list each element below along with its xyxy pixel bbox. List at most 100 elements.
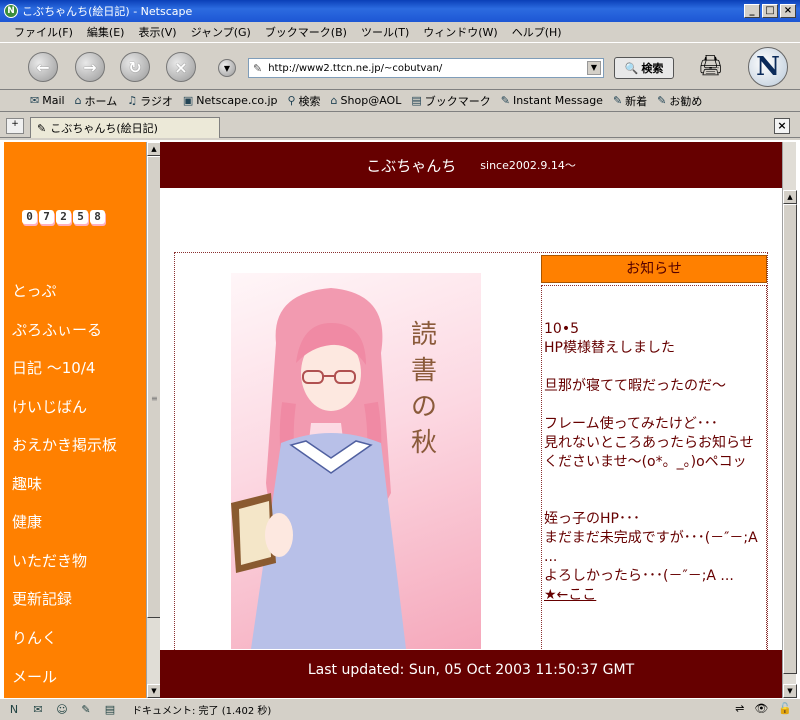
personal-item-label: ホーム — [84, 94, 118, 108]
personal-item-label: Instant Message — [512, 94, 603, 107]
personal-item-label: Shop@AOL — [340, 94, 402, 107]
sidebar-item-update-log[interactable]: 更新記録 — [12, 588, 72, 609]
menu-bookmarks[interactable]: ブックマーク(B) — [265, 24, 347, 40]
access-counter: 0 7 2 5 8 — [22, 210, 107, 224]
personal-item-mail[interactable]: ✉ Mail — [30, 94, 65, 107]
headphones-icon: ♫ — [127, 94, 138, 107]
mail-icon: ✉ — [30, 94, 40, 107]
url-bar[interactable]: ✎ http://www2.ttcn.ne.jp/~cobutvan/ ▼ — [248, 58, 604, 78]
sidebar-item-profile[interactable]: ぷろふぃーる — [12, 319, 102, 340]
personal-item-instant-message[interactable]: ✎ Instant Message — [501, 94, 603, 107]
main-table: 読書の秋 お知らせ 10•5 HP模様替えしました 旦那が寝てて暇だったのだ～ … — [174, 252, 768, 652]
sidebar-item-links[interactable]: りんく — [12, 627, 57, 648]
forward-arrow-icon: → — [83, 57, 97, 77]
page-icon: ✎ — [37, 121, 47, 135]
navigator-icon[interactable]: N — [6, 703, 22, 717]
search-label: 検索 — [641, 62, 664, 75]
url-dropdown-button[interactable]: ▼ — [587, 61, 601, 75]
personal-item-new[interactable]: ✎ 新着 — [613, 93, 647, 109]
personal-item-label: ラジオ — [140, 94, 173, 108]
reload-icon: ↻ — [128, 57, 142, 77]
my-icon: ▣ — [182, 94, 194, 107]
composer-icon[interactable]: ✎ — [78, 703, 94, 717]
girl-reading-illustration — [231, 288, 406, 649]
sidebar-scrollbar[interactable]: ▲ ≡ ▼ — [146, 142, 161, 698]
sidebar-item-gifts[interactable]: いただき物 — [12, 550, 87, 571]
window-title: こぶちゃんち(絵日記) - Netscape — [22, 5, 193, 18]
menu-view[interactable]: 表示(V) — [138, 24, 176, 40]
sidebar-item-mail[interactable]: メール — [12, 666, 57, 687]
maximize-button[interactable]: □ — [762, 4, 778, 18]
menu-window[interactable]: ウィンドウ(W) — [423, 24, 497, 40]
sidebar-item-health[interactable]: 健康 — [12, 511, 42, 532]
search-button[interactable]: 🔍 検索 — [614, 57, 674, 79]
personal-item-netscape[interactable]: ▣ Netscape.co.jp — [183, 94, 278, 107]
sidebar-item-oekaki-bbs[interactable]: おえかき掲示板 — [12, 434, 117, 455]
content-area: 0 7 2 5 8 とっぷ ぷろふぃーる 日記 ～10/4 けいじばん おえかき… — [0, 140, 800, 698]
back-button[interactable]: ← — [28, 52, 58, 82]
niece-hp-link[interactable]: ★←ここ — [544, 587, 596, 603]
scroll-up-button[interactable]: ▲ — [147, 142, 161, 156]
status-text: ドキュメント: 完了 (1.402 秒) — [132, 706, 272, 717]
bookmark-icon: ✎ — [657, 94, 667, 107]
site-header: こぶちゃんち since2002.9.14～ — [160, 142, 782, 188]
menu-edit[interactable]: 編集(E) — [87, 24, 125, 40]
menu-file[interactable]: ファイル(F) — [14, 24, 73, 40]
scroll-down-button[interactable]: ▼ — [783, 684, 797, 698]
sidebar-item-bbs[interactable]: けいじばん — [12, 396, 87, 417]
tab-current[interactable]: ✎ こぶちゃんち(絵日記) — [30, 117, 220, 138]
url-text: http://www2.ttcn.ne.jp/~cobutvan/ — [268, 62, 443, 74]
folder-icon: ▤ — [411, 94, 422, 107]
close-button[interactable]: × — [780, 4, 796, 18]
personal-item-label: ブックマーク — [424, 94, 491, 108]
print-icon[interactable]: 🖨 — [698, 53, 728, 81]
page-icon: ✎ — [253, 61, 263, 75]
minimize-button[interactable]: _ — [744, 4, 760, 18]
grip-icon: ≡ — [151, 394, 158, 403]
personal-item-recommend[interactable]: ✎ お勧め — [657, 93, 702, 109]
reload-button[interactable]: ↻ — [120, 52, 150, 82]
menu-go[interactable]: ジャンプ(G) — [191, 24, 251, 40]
scroll-down-button[interactable]: ▼ — [147, 684, 161, 698]
menu-help[interactable]: ヘルプ(H) — [512, 24, 562, 40]
news-heading: お知らせ — [541, 255, 767, 283]
security-lock-icon[interactable]: 🔓 — [778, 702, 792, 715]
last-updated: Last updated: Sun, 05 Oct 2003 11:50:37 … — [160, 650, 782, 698]
personal-item-search[interactable]: ⚲ 検索 — [287, 93, 320, 109]
personal-item-home[interactable]: ⌂ ホーム — [75, 93, 118, 109]
address-book-icon[interactable]: ▤ — [102, 703, 118, 717]
main-scrollbar[interactable]: ▲ ▼ — [782, 142, 797, 698]
close-tab-button[interactable]: × — [774, 118, 790, 134]
mail-icon[interactable]: ✉ — [30, 703, 46, 717]
sidebar-item-diary[interactable]: 日記 ～10/4 — [12, 357, 95, 378]
shop-icon: ⌂ — [330, 94, 338, 107]
forward-button[interactable]: → — [75, 52, 105, 82]
netscape-logo[interactable]: N — [748, 47, 788, 87]
stop-button[interactable]: × — [166, 52, 196, 82]
sidebar-item-hobby[interactable]: 趣味 — [12, 473, 42, 494]
title-bar: N こぶちゃんち(絵日記) - Netscape _ □ × — [0, 0, 800, 22]
privacy-icon[interactable]: 👁 — [754, 702, 768, 715]
sidebar-item-top[interactable]: とっぷ — [12, 280, 57, 301]
personal-item-radio[interactable]: ♫ ラジオ — [127, 93, 173, 109]
netscape-app-icon[interactable]: N — [4, 4, 18, 18]
personal-item-label: Netscape.co.jp — [196, 94, 278, 107]
bookmark-icon: ✎ — [612, 94, 623, 107]
online-status-icon[interactable]: ⇌ — [735, 702, 744, 715]
instant-message-icon[interactable]: ☺ — [54, 703, 70, 717]
personal-toolbar: ✉ Mail ⌂ ホーム ♫ ラジオ ▣ Netscape.co.jp ⚲ 検索 ⌂ Sho… — [0, 90, 800, 112]
menu-tools[interactable]: ツール(T) — [361, 24, 409, 40]
menu-bar: ファイル(F) 編集(E) 表示(V) ジャンプ(G) ブックマーク(B) ツー… — [0, 22, 800, 42]
tab-title: こぶちゃんち(絵日記) — [50, 122, 158, 135]
history-dropdown-button[interactable]: ▼ — [218, 59, 236, 77]
scroll-up-button[interactable]: ▲ — [783, 190, 797, 204]
scroll-thumb[interactable] — [783, 204, 797, 674]
personal-item-bookmarks[interactable]: ▤ ブックマーク — [411, 93, 490, 109]
navigation-toolbar: ← → ↻ × ▼ ✎ http://www2.ttcn.ne.jp/~cobu… — [0, 42, 800, 90]
home-icon: ⌂ — [74, 94, 82, 107]
personal-item-shop[interactable]: ⌂ Shop@AOL — [331, 94, 402, 107]
personal-item-label: Mail — [42, 94, 65, 107]
scroll-thumb[interactable]: ≡ — [147, 156, 161, 618]
sidebar-frame: 0 7 2 5 8 とっぷ ぷろふぃーる 日記 ～10/4 けいじばん おえかき… — [4, 142, 146, 698]
new-tab-icon[interactable]: + — [6, 118, 24, 134]
